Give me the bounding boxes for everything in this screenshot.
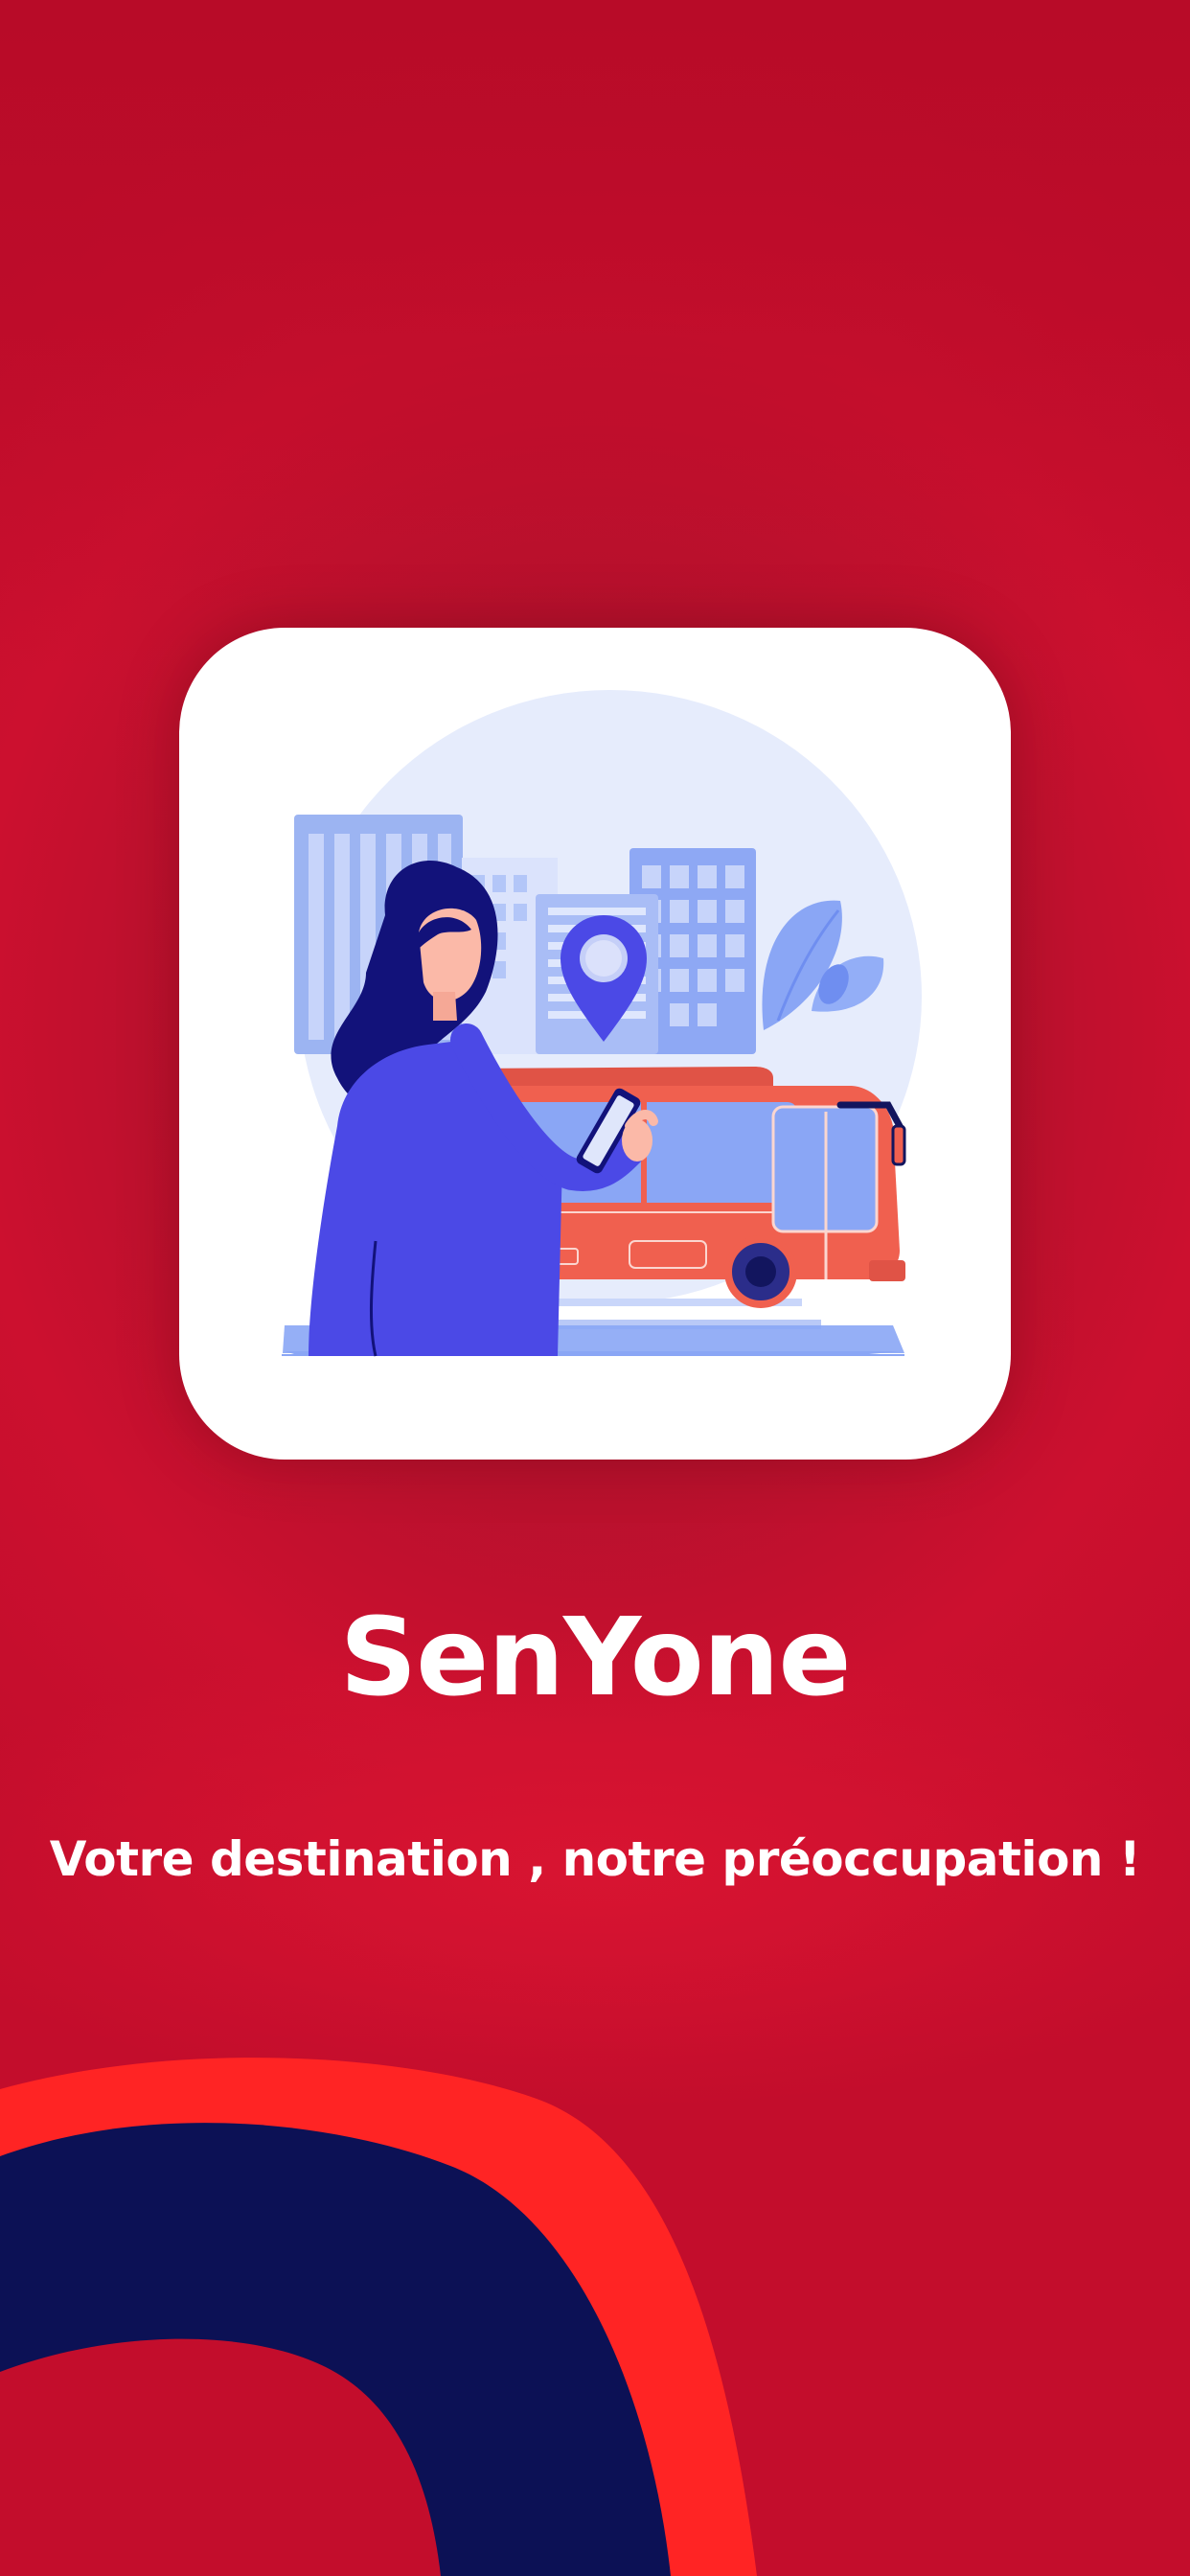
app-name: SenYone: [339, 1596, 852, 1720]
background-gradient-top: [0, 0, 1190, 671]
splash-screen: SenYone Votre destination , notre préocc…: [0, 0, 1190, 2576]
bottom-wave-decoration: [0, 2058, 757, 2576]
tagline: Votre destination , notre préoccupation …: [49, 1831, 1141, 1887]
travel-illustration: [282, 690, 922, 1357]
app-icon-card: [179, 628, 1011, 1460]
